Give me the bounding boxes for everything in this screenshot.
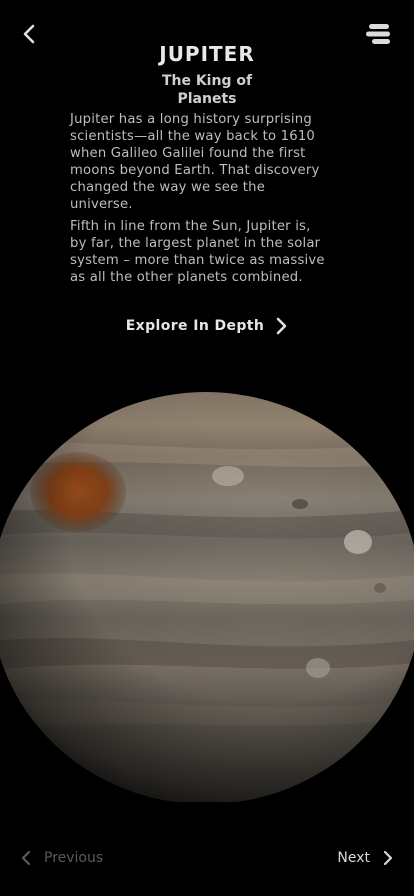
jupiter-image <box>0 392 414 802</box>
text-line: by far, the largest planet in the solar <box>70 236 321 251</box>
planet-detail-screen: JUPITER The King of Planets Jupiter has … <box>0 0 414 896</box>
text-line: moons beyond Earth. That discovery <box>70 163 320 178</box>
text-line: system – more than twice as massive <box>70 253 325 268</box>
planet-subtitle: The King of Planets <box>0 72 414 108</box>
text-line: universe. <box>70 197 133 212</box>
text-line: scientists—all the way back to 1610 <box>70 129 316 144</box>
previous-button[interactable]: Previous <box>20 850 103 866</box>
chevron-left-icon <box>21 850 31 866</box>
planet-title: JUPITER <box>159 42 255 66</box>
explore-in-depth-link[interactable]: Explore In Depth <box>0 316 414 336</box>
text-line: Jupiter has a long history surprising <box>70 112 312 127</box>
chevron-left-icon <box>23 24 35 44</box>
subtitle-line: The King of <box>161 73 253 89</box>
description-paragraph-1: Jupiter has a long history surprising sc… <box>70 111 356 213</box>
next-button[interactable]: Next <box>337 850 394 866</box>
previous-label: Previous <box>44 850 104 866</box>
chevron-right-icon <box>276 317 287 335</box>
next-label: Next <box>337 850 370 866</box>
text-line: changed the way we see the <box>70 180 266 195</box>
chevron-right-icon <box>383 850 393 866</box>
text-line: Fifth in line from the Sun, Jupiter is, <box>70 219 311 234</box>
text-line: when Galileo Galilei found the first <box>70 146 306 161</box>
subtitle-line: Planets <box>177 91 237 107</box>
description-paragraph-2: Fifth in line from the Sun, Jupiter is, … <box>70 218 356 286</box>
text-line: as all the other planets combined. <box>70 270 303 285</box>
explore-label: Explore In Depth <box>125 318 265 334</box>
